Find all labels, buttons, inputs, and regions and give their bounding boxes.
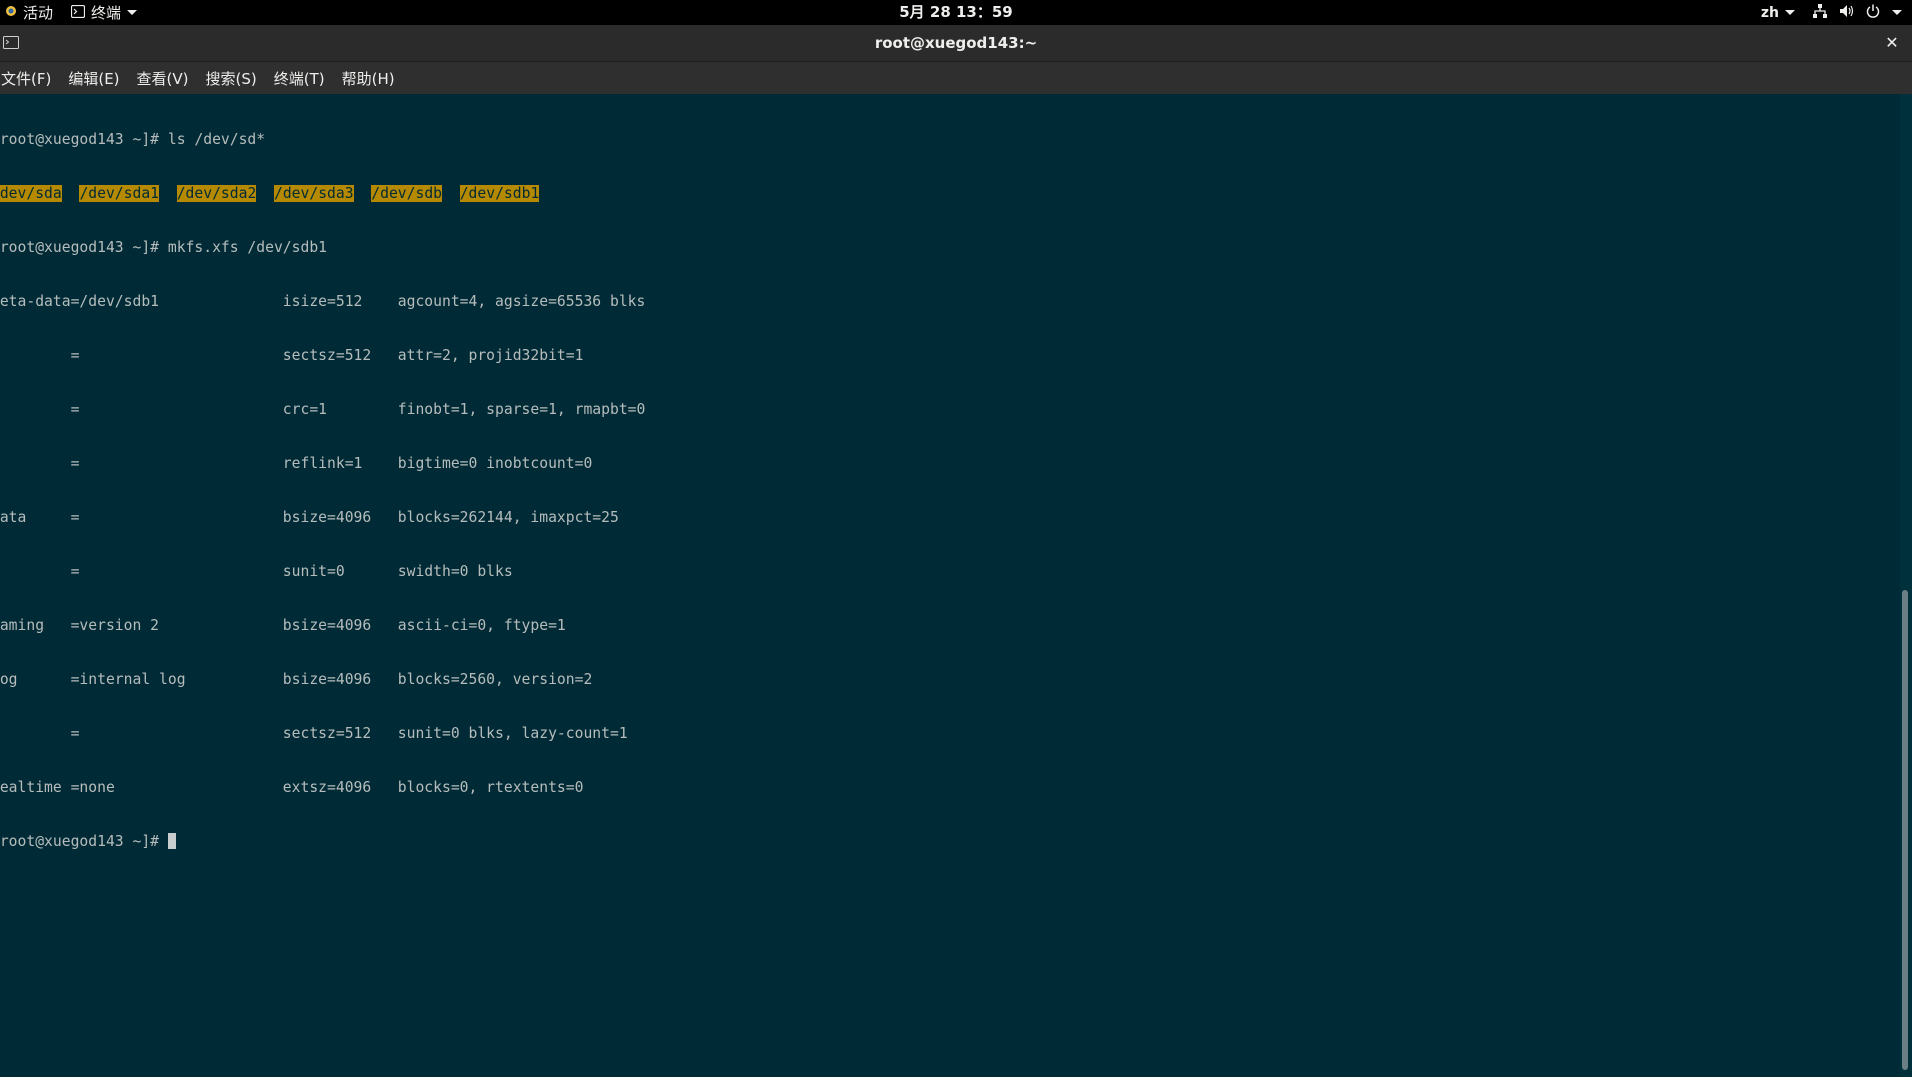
input-method-button[interactable]: zh (1761, 5, 1795, 21)
terminal-line: [root@xuegod143 ~]# ls /dev/sd* (0, 131, 266, 148)
activities-icon (4, 4, 18, 22)
terminal-line: data = bsize=4096 blocks=262144, imaxpct… (0, 509, 619, 526)
terminal-line: [root@xuegod143 ~]# mkfs.xfs /dev/sdb1 (0, 239, 328, 256)
activities-button[interactable]: 活动 (4, 2, 71, 23)
chevron-down-icon (127, 10, 138, 15)
terminal-line: = sectsz=512 attr=2, projid32bit=1 (0, 347, 584, 364)
terminal-line: = sectsz=512 sunit=0 blks, lazy-count=1 (0, 725, 628, 742)
terminal-line: = reflink=1 bigtime=0 inobtcount=0 (0, 455, 593, 472)
terminal-line: = sunit=0 swidth=0 blks (0, 563, 513, 580)
menu-terminal[interactable]: 终端(T) (273, 68, 333, 89)
terminal-output: [root@xuegod143 ~]# ls /dev/sd* /dev/sda… (0, 95, 645, 887)
window-title: root@xuegod143:~ (874, 34, 1038, 52)
terminal-line-ls-output: /dev/sda /dev/sda1 /dev/sda2 /dev/sda3 /… (0, 185, 645, 203)
terminal-prompt-line: [root@xuegod143 ~]# (0, 833, 645, 851)
system-menu-button[interactable] (1813, 3, 1902, 22)
terminal-line: realtime =none extsz=4096 blocks=0, rtex… (0, 779, 584, 796)
menu-file[interactable]: 文件(F) (0, 68, 59, 89)
terminal-prompt: [root@xuegod143 ~]# (0, 833, 168, 850)
topbar-right: zh (1761, 0, 1902, 25)
chevron-down-icon (1785, 10, 1795, 15)
ls-item: /dev/sdb (371, 185, 443, 202)
terminal-line: naming =version 2 bsize=4096 ascii-ci=0,… (0, 617, 566, 634)
app-menu-button[interactable]: 终端 (70, 2, 138, 23)
menu-view[interactable]: 查看(V) (136, 68, 197, 89)
terminal-line: log =internal log bsize=4096 blocks=2560… (0, 671, 593, 688)
terminal-line: meta-data=/dev/sdb1 isize=512 agcount=4,… (0, 293, 646, 310)
network-wired-icon (1813, 3, 1827, 22)
terminal-view[interactable]: [root@xuegod143 ~]# ls /dev/sd* /dev/sda… (0, 94, 1900, 1077)
ls-item: /dev/sda3 (274, 185, 354, 202)
clock-button[interactable]: 5月 28 13：59 (899, 3, 1013, 21)
menubar: 文件(F) 编辑(E) 查看(V) 搜索(S) 终端(T) 帮助(H) (0, 62, 1912, 94)
close-icon: ✕ (1885, 33, 1899, 52)
terminal-scrollbar[interactable] (1900, 94, 1912, 1077)
app-menu-label: 终端 (91, 4, 122, 22)
gnome-top-bar: 活动 终端 5月 28 13：59 zh (0, 0, 1912, 25)
ls-item: /dev/sdb1 (459, 185, 540, 202)
clock-container: 5月 28 13：59 (0, 0, 1912, 25)
input-method-label: zh (1760, 4, 1779, 21)
menu-search[interactable]: 搜索(S) (205, 68, 265, 89)
chevron-down-icon (1892, 10, 1902, 15)
topbar-left: 活动 终端 (4, 0, 138, 25)
scrollbar-thumb[interactable] (1902, 590, 1908, 1070)
text-cursor (167, 833, 176, 849)
volume-icon (1839, 4, 1854, 22)
window-titlebar[interactable]: root@xuegod143:~ ✕ (0, 25, 1912, 62)
ls-item: /dev/sda2 (176, 185, 257, 202)
close-button[interactable]: ✕ (1880, 31, 1904, 55)
ls-item: /dev/sda1 (79, 185, 160, 202)
menu-help[interactable]: 帮助(H) (341, 68, 403, 89)
activities-label: 活动 (23, 4, 54, 22)
menu-edit[interactable]: 编辑(E) (67, 68, 127, 89)
power-icon (1866, 4, 1880, 22)
terminal-app-icon (70, 4, 86, 22)
terminal-line: = crc=1 finobt=1, sparse=1, rmapbt=0 (0, 401, 646, 418)
ls-item: dev/sda (0, 185, 62, 202)
